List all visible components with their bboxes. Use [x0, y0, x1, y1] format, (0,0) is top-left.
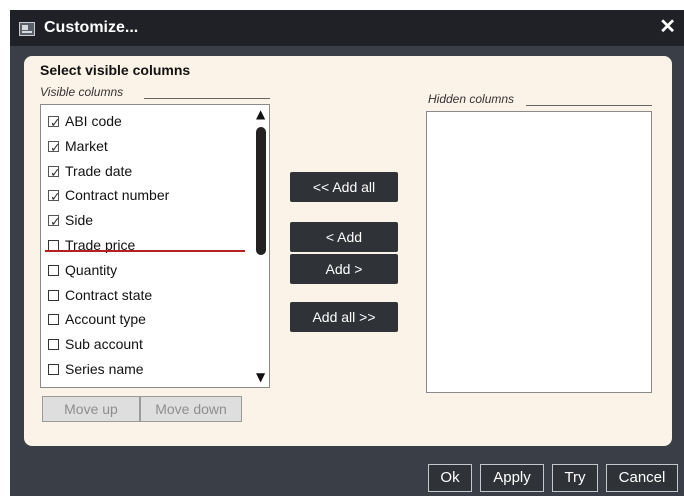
checkbox-checked-icon[interactable] [48, 211, 61, 235]
move-up-button[interactable]: Move up [42, 396, 140, 422]
list-item[interactable]: Trade date [48, 159, 133, 186]
checkbox-checked-icon[interactable] [48, 112, 61, 136]
checkbox-checked-icon[interactable] [48, 186, 61, 210]
list-item-label: Market [65, 137, 108, 154]
cancel-button[interactable]: Cancel [606, 464, 678, 492]
visible-columns-rule [144, 98, 270, 99]
add-all-left-button[interactable]: << Add all [290, 172, 398, 202]
visible-columns-label: Visible columns [40, 85, 124, 99]
apply-button[interactable]: Apply [480, 464, 544, 492]
add-all-right-button[interactable]: Add all >> [290, 302, 398, 332]
scroll-thumb[interactable] [256, 127, 266, 255]
window-icon [19, 22, 35, 36]
column-panel: Select visible columns Visible columns H… [24, 56, 672, 446]
move-down-button[interactable]: Move down [140, 396, 242, 422]
checkbox-icon[interactable] [48, 339, 59, 351]
list-item[interactable]: Side [48, 208, 94, 235]
ok-button[interactable]: Ok [428, 464, 472, 492]
list-item[interactable]: Contract state [48, 283, 152, 307]
checkbox-icon[interactable] [48, 364, 59, 375]
list-item[interactable]: Series name [48, 357, 144, 381]
checkbox-icon[interactable] [48, 264, 59, 276]
title-bar: Customize... ✕ [10, 10, 684, 46]
list-item-label: Sub account [65, 336, 143, 353]
list-item-label: Trade date [65, 162, 133, 179]
add-left-button[interactable]: < Add [290, 222, 398, 252]
checkbox-icon[interactable] [48, 289, 59, 301]
checkbox-icon[interactable] [48, 314, 59, 326]
hidden-columns-list[interactable] [426, 111, 652, 393]
visible-columns-list[interactable]: ABI code Market Trade date Contract number S… [40, 104, 270, 388]
list-item[interactable]: Contract number [48, 183, 170, 210]
list-item[interactable]: Sub account [48, 332, 143, 356]
scroll-down-arrow-icon[interactable]: ▼ [256, 370, 265, 384]
hidden-columns-rule [526, 105, 652, 106]
list-item-label: Quantity [65, 261, 118, 278]
visible-list-scrollbar[interactable]: ▲ ▼ [253, 105, 269, 387]
checkbox-checked-icon[interactable] [48, 137, 61, 161]
hidden-columns-label: Hidden columns [428, 92, 515, 106]
dialog-title: Customize... [44, 19, 139, 36]
list-item-label: ABI code [65, 113, 122, 129]
list-item[interactable]: Quantity [48, 258, 117, 282]
try-button[interactable]: Try [552, 464, 598, 492]
checkbox-checked-icon[interactable] [48, 162, 61, 186]
close-icon[interactable]: ✕ [659, 17, 676, 37]
list-item[interactable]: ABI code [48, 109, 122, 136]
add-right-button[interactable]: Add > [290, 254, 398, 284]
list-item-label: Series name [65, 361, 144, 377]
list-item[interactable]: Account type [48, 307, 146, 331]
list-item[interactable]: Trade price [48, 233, 135, 257]
visible-separator-line [45, 250, 245, 252]
customize-dialog: Customize... ✕ Select visible columns Vi… [10, 10, 684, 496]
scroll-up-arrow-icon[interactable]: ▲ [256, 107, 265, 121]
list-item[interactable]: Market [48, 134, 108, 161]
list-item-label: Contract state [65, 286, 153, 303]
list-item-label: Contract number [65, 187, 170, 204]
list-item-label: Account type [65, 311, 146, 328]
section-heading: Select visible columns [40, 62, 191, 78]
list-item-label: Side [65, 212, 94, 229]
